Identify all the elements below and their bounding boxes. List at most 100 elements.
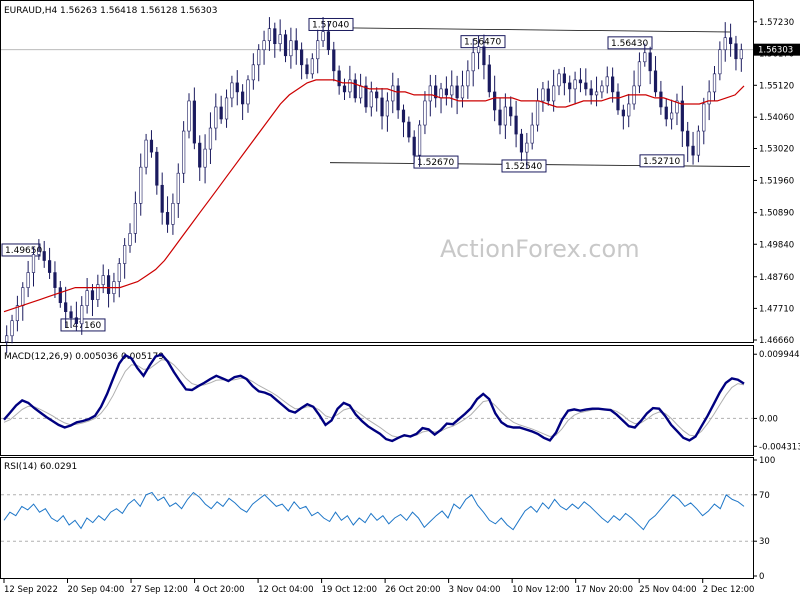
- candle-body: [728, 37, 733, 45]
- level-label: 1.49650: [1, 243, 42, 257]
- x-tick-label: 3 Nov 04:00: [449, 585, 501, 595]
- candle-body: [637, 61, 642, 87]
- candle-body: [342, 85, 347, 93]
- candle-body: [428, 85, 432, 102]
- candle-body: [53, 272, 57, 288]
- candle-body: [171, 203, 175, 225]
- candle-body: [203, 148, 207, 168]
- rsi-y-tick-label: 70: [759, 491, 770, 501]
- candle-body: [106, 275, 111, 294]
- candle-body: [208, 127, 213, 150]
- candle-body: [64, 302, 68, 312]
- candle-body: [85, 290, 89, 306]
- candle-body: [133, 203, 137, 234]
- candle-body: [42, 251, 46, 261]
- candle-body: [557, 73, 561, 87]
- candle-body: [578, 79, 583, 84]
- price-y-tick-label: 1.54060: [759, 113, 794, 123]
- candle-body: [423, 100, 427, 126]
- x-tick-label: 17 Nov 20:00: [576, 585, 633, 595]
- candle-body: [535, 100, 540, 126]
- candle-body: [273, 28, 277, 45]
- candle-body: [691, 145, 695, 156]
- candle-body: [198, 142, 202, 168]
- level-label: 1.56430: [607, 36, 653, 50]
- candle-body: [530, 124, 534, 144]
- candle-body: [224, 97, 229, 120]
- price-y-tick-label: 1.55120: [759, 81, 794, 91]
- candle-body: [278, 34, 282, 45]
- candle-body: [723, 37, 727, 51]
- candle-body: [321, 31, 325, 42]
- candle-body: [562, 73, 566, 84]
- candle-body: [165, 212, 170, 225]
- candle-body: [123, 245, 127, 264]
- candle-body: [353, 79, 357, 99]
- candle-body: [230, 82, 234, 99]
- x-tick-label: 26 Oct 20:00: [385, 585, 440, 595]
- candle-body: [187, 100, 191, 132]
- rsi-y-tick-label: 0: [759, 572, 764, 582]
- x-tick-label: 12 Oct 04:00: [258, 585, 313, 595]
- candle-body: [541, 88, 545, 102]
- candle-body: [627, 103, 631, 117]
- level-label: 1.52540: [501, 159, 547, 173]
- candle-body: [21, 287, 25, 306]
- level-label-text: 1.52710: [643, 157, 680, 167]
- candle-body: [401, 109, 406, 123]
- price-y-tick-label: 1.49840: [759, 240, 794, 250]
- candle-body: [659, 91, 663, 108]
- candle-body: [37, 251, 41, 255]
- candle-body: [686, 130, 690, 147]
- candle-body: [262, 40, 266, 51]
- level-label-text: 1.56430: [611, 39, 648, 49]
- candle-body: [519, 133, 524, 153]
- candle-body: [412, 136, 416, 156]
- candle-body: [455, 85, 459, 99]
- candle-body: [316, 40, 320, 60]
- candle-body: [332, 49, 336, 72]
- candle-body: [364, 85, 368, 108]
- candle-body: [621, 109, 625, 117]
- candle-body: [712, 73, 717, 93]
- candle-body: [117, 263, 121, 282]
- candle-body: [257, 49, 261, 66]
- macd-y-tick-label: 0.00: [759, 414, 778, 424]
- level-label-text: 1.56470: [464, 38, 501, 48]
- rsi-panel-header: RSI(14) 60.0291: [4, 462, 77, 472]
- candle-body: [611, 76, 615, 93]
- macd-y-tick-label: 0.009944: [759, 350, 800, 360]
- candle-body: [396, 85, 400, 111]
- candle-body: [391, 85, 395, 102]
- price-y-tick-label: 1.46660: [759, 336, 794, 346]
- candle-body: [568, 82, 572, 90]
- candle-body: [648, 52, 652, 72]
- candle-body: [5, 335, 9, 343]
- candle-body: [680, 100, 684, 132]
- candle-body: [514, 115, 518, 135]
- candle-body: [294, 40, 298, 51]
- price-panel-header: EURAUD,H4 1.56263 1.56418 1.56128 1.5630…: [4, 6, 218, 16]
- candle-body: [546, 88, 550, 102]
- candle-body: [605, 76, 609, 87]
- current-price-label: 1.56303: [758, 46, 793, 56]
- price-y-tick-label: 1.47710: [759, 304, 794, 314]
- level-label-text: 1.52540: [505, 162, 542, 172]
- candle-body: [219, 106, 223, 120]
- candle-body: [696, 130, 701, 156]
- level-label: 1.52710: [639, 154, 685, 168]
- candle-body: [251, 64, 255, 81]
- candle-body: [160, 184, 164, 213]
- rsi-y-tick-label: 100: [759, 456, 775, 466]
- candle-body: [47, 260, 52, 273]
- candle-body: [241, 91, 245, 105]
- x-tick-label: 4 Oct 20:00: [195, 585, 245, 595]
- watermark: ActionForex.com: [440, 235, 640, 263]
- candle-body: [450, 85, 454, 96]
- x-tick-label: 20 Sep 04:00: [68, 585, 125, 595]
- candle-body: [101, 275, 105, 285]
- candle-body: [525, 142, 529, 153]
- level-label-text: 1.49650: [5, 246, 42, 256]
- candle-body: [31, 254, 36, 273]
- x-tick-label: 19 Oct 12:00: [322, 585, 377, 595]
